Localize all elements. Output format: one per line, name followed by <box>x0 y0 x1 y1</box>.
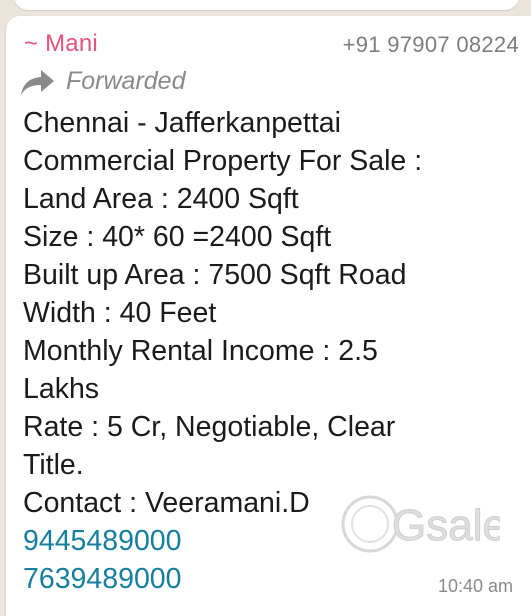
message-header: ~ Mani +91 97907 08224 <box>24 30 519 60</box>
message-line: Monthly Rental Income : 2.5 <box>23 335 378 367</box>
message-line: Built up Area : 7500 Sqft Road <box>23 259 407 291</box>
message-line: Chennai - Jafferkanpettai <box>23 107 341 139</box>
gsale-watermark-logo: Gsale <box>341 495 500 553</box>
previous-message-bubble <box>14 0 519 10</box>
message-line: Commercial Property For Sale : <box>23 145 423 177</box>
sender-name[interactable]: ~ Mani <box>24 30 98 58</box>
message-line: Title. <box>23 449 84 481</box>
message-line: Width : 40 Feet <box>23 297 217 329</box>
sender-phone[interactable]: +91 97907 08224 <box>343 32 519 58</box>
forwarded-indicator: Forwarded <box>20 66 320 100</box>
message-line: Rate : 5 Cr, Negotiable, Clear <box>23 411 396 443</box>
message-line: Size : 40* 60 =2400 Sqft <box>23 221 332 253</box>
message-timestamp: 10:40 am <box>437 576 513 596</box>
message-line: Lakhs <box>23 373 100 405</box>
watermark-text: Gsale <box>392 501 500 550</box>
forwarded-label: Forwarded <box>66 67 186 95</box>
forward-arrow-icon <box>21 70 54 95</box>
message-line: Land Area : 2400 Sqft <box>23 183 299 215</box>
